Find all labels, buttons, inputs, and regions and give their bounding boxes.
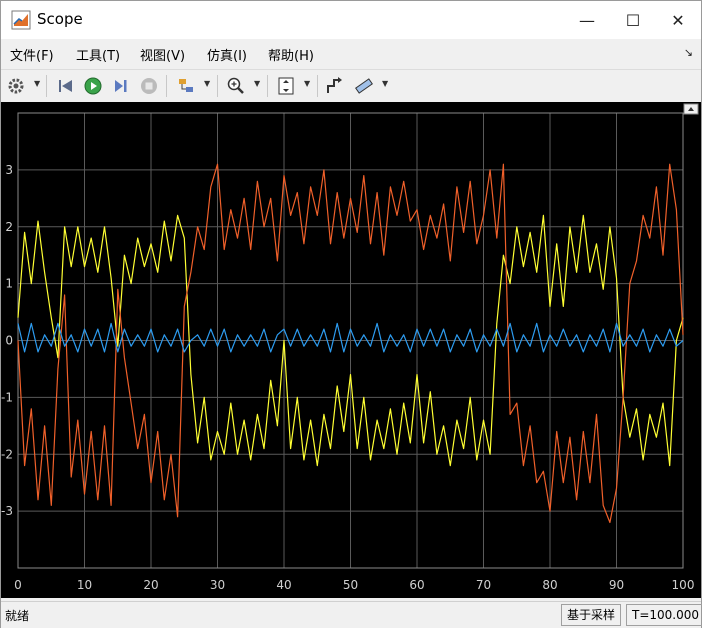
chevron-down-icon[interactable]: ▼ [204, 79, 210, 88]
sample-mode: 基于采样 [561, 604, 622, 626]
y-tick-label: 3 [5, 163, 13, 177]
toolbar-separator [217, 75, 218, 97]
x-tick-label: 70 [476, 578, 491, 592]
window-title: Scope [37, 10, 83, 28]
step-forward-icon[interactable] [110, 75, 132, 97]
menu-view[interactable]: 视图(V) [140, 45, 185, 64]
gear-icon[interactable] [5, 75, 27, 97]
undock-icon[interactable]: ↘ [684, 46, 693, 59]
autoscale-icon[interactable] [275, 75, 297, 97]
zoom-in-icon[interactable] [225, 75, 247, 97]
status-text: 就绪 [5, 609, 30, 623]
maximize-button[interactable]: ☐ [610, 1, 656, 39]
toolbar-separator [166, 75, 167, 97]
y-tick-label: 2 [5, 220, 13, 234]
signal-select-icon[interactable] [324, 75, 346, 97]
chevron-down-icon[interactable]: ▼ [34, 79, 40, 88]
x-tick-label: 30 [210, 578, 225, 592]
measurements-icon[interactable] [353, 75, 375, 97]
title-bar: Scope — ☐ ✕ [1, 1, 701, 39]
scope-plot[interactable]: 0 10 20 30 40 50 60 70 80 90 100 -3 -2 -1 0 1 2 3 [1, 102, 701, 598]
menu-help[interactable]: 帮助(H) [268, 45, 314, 64]
run-icon[interactable] [82, 75, 104, 97]
x-tick-label: 0 [14, 578, 22, 592]
y-tick-label: -2 [1, 447, 13, 461]
menu-tools[interactable]: 工具(T) [76, 45, 120, 64]
toolbar-separator [317, 75, 318, 97]
close-button[interactable]: ✕ [655, 1, 701, 39]
x-tick-label: 50 [343, 578, 358, 592]
x-tick-label: 40 [276, 578, 291, 592]
menu-bar: 文件(F) 工具(T) 视图(V) 仿真(I) 帮助(H) ↘ [1, 41, 701, 67]
x-tick-label: 90 [609, 578, 624, 592]
menu-simulation[interactable]: 仿真(I) [207, 45, 247, 64]
highlight-icon[interactable] [175, 75, 197, 97]
y-tick-label: -3 [1, 504, 13, 518]
minimize-button[interactable]: — [564, 1, 610, 39]
rewind-icon[interactable] [55, 75, 77, 97]
y-tick-label: -1 [1, 390, 13, 404]
status-bar: 就绪 基于采样 T=100.000 [1, 601, 702, 628]
x-tick-label: 10 [77, 578, 92, 592]
scope-window: Scope — ☐ ✕ 文件(F) 工具(T) 视图(V) 仿真(I) 帮助(H… [0, 0, 702, 628]
y-tick-label: 1 [5, 277, 13, 291]
x-tick-label: 60 [409, 578, 424, 592]
y-tick-label: 0 [5, 334, 13, 348]
toolbar-separator [46, 75, 47, 97]
matlab-logo-icon [11, 10, 31, 30]
menu-file[interactable]: 文件(F) [10, 45, 54, 64]
toolbar-separator [267, 75, 268, 97]
x-tick-label: 80 [542, 578, 557, 592]
chevron-down-icon[interactable]: ▼ [382, 79, 388, 88]
toolbar: ▼ ▼ ▼ ▼ ▼ [1, 69, 701, 103]
sim-time: T=100.000 [626, 604, 702, 626]
chevron-down-icon[interactable]: ▼ [254, 79, 260, 88]
legend-toggle-icon[interactable] [683, 103, 699, 115]
stop-icon[interactable] [138, 75, 160, 97]
x-tick-label: 100 [672, 578, 695, 592]
chevron-down-icon[interactable]: ▼ [304, 79, 310, 88]
x-tick-label: 20 [143, 578, 158, 592]
plot-panel[interactable]: 0 10 20 30 40 50 60 70 80 90 100 -3 -2 -1 0 1 2 3 [1, 102, 701, 598]
